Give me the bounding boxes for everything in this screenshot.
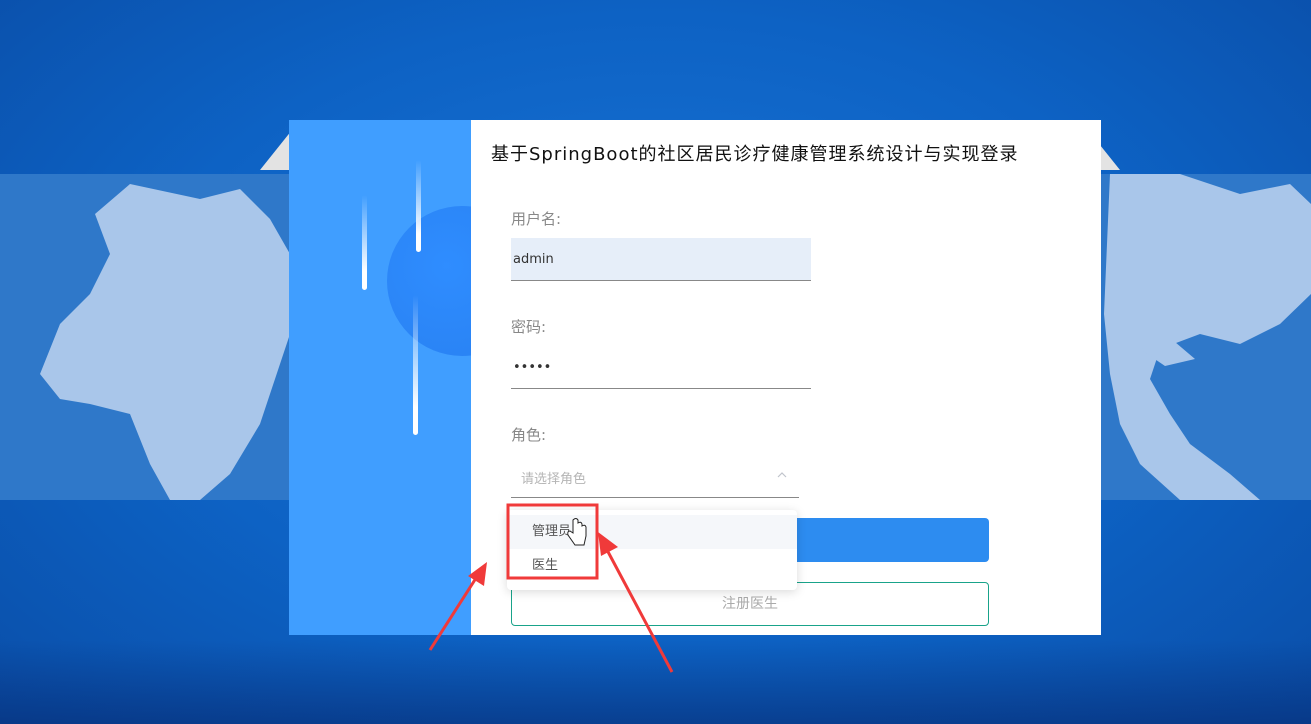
role-label: 角色:	[511, 426, 547, 444]
decor-streak	[362, 195, 367, 290]
map-land-americas	[1104, 174, 1311, 500]
login-side-panel	[289, 120, 471, 635]
username-label: 用户名:	[511, 210, 562, 228]
background-glow	[0, 640, 1311, 724]
role-dropdown-menu: 管理员 医生	[507, 510, 797, 590]
map-land-africa-europe	[40, 184, 300, 500]
role-option-admin[interactable]: 管理员	[507, 515, 797, 549]
decor-streak	[416, 160, 421, 252]
page-title: 基于SpringBoot的社区居民诊疗健康管理系统设计与实现登录	[491, 144, 1019, 165]
decor-circle	[387, 206, 471, 356]
password-label: 密码:	[511, 318, 547, 336]
decor-streak	[413, 295, 418, 435]
role-option-doctor[interactable]: 医生	[507, 549, 797, 583]
role-select-placeholder: 请选择角色	[521, 472, 587, 487]
password-input[interactable]	[511, 346, 811, 389]
chevron-up-icon	[777, 472, 787, 478]
username-input[interactable]	[511, 238, 811, 281]
role-select[interactable]: 请选择角色	[511, 456, 799, 498]
